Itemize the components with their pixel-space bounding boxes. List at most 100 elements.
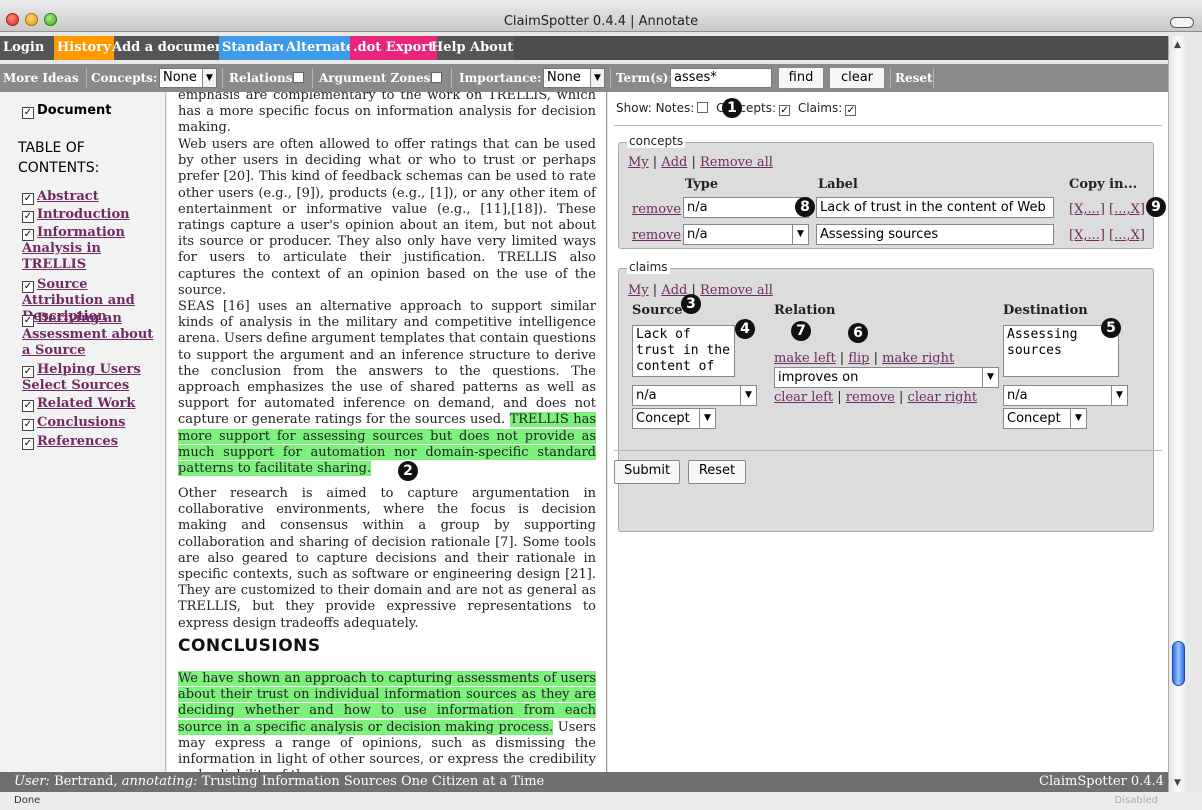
clear-right-link[interactable]: clear right [908, 390, 978, 405]
status-user-prefix: User: [14, 774, 50, 789]
concept-remove-link[interactable]: remove [632, 202, 681, 217]
concepts-checkbox[interactable]: ✓ [779, 105, 791, 116]
relation-select[interactable]: improves on ▼ [774, 367, 999, 388]
copy-left-link[interactable]: [X,...] [1069, 228, 1105, 243]
menu-history[interactable]: History [54, 36, 114, 60]
menu-help[interactable]: Help [428, 36, 469, 60]
toc-item-references[interactable]: ✓ References [22, 434, 118, 450]
concepts-legend: concepts [627, 134, 686, 148]
col-type: Type [685, 177, 719, 192]
menu-add-document[interactable]: Add a document [109, 36, 233, 60]
claims-my-link[interactable]: My [628, 283, 649, 298]
notes-checkbox[interactable] [697, 102, 709, 113]
terms-label: Term(s): [616, 71, 673, 85]
app-window: ClaimSpotter 0.4.4 | Annotate Login Hist… [0, 0, 1202, 810]
col-relation: Relation [774, 303, 836, 318]
title-bar: ClaimSpotter 0.4.4 | Annotate [0, 0, 1202, 32]
check-icon: ✓ [22, 107, 34, 119]
disabled-status: Disabled [1114, 795, 1158, 806]
concept-type-select[interactable]: n/a [683, 197, 809, 218]
chevron-down-icon: ▼ [699, 409, 715, 428]
concepts-remove-all-link[interactable]: Remove all [700, 155, 773, 170]
relations-checkbox[interactable] [290, 64, 304, 92]
relation-actions: make left | flip | make right [774, 351, 955, 366]
concepts-fieldset: concepts My | Add | Remove all Type Labe… [618, 134, 1154, 249]
menu-about[interactable]: About [467, 36, 516, 60]
more-ideas-button[interactable]: More Ideas [3, 64, 79, 92]
clear-left-link[interactable]: clear left [774, 390, 833, 405]
find-button[interactable]: find [778, 67, 824, 89]
make-right-link[interactable]: make right [882, 351, 954, 366]
toc-item-related-work[interactable]: ✓ Related Work [22, 396, 135, 412]
toc-title: TABLE OF CONTENTS: [18, 140, 100, 176]
chevron-down-icon: ▼ [202, 69, 216, 87]
concept-label-input[interactable]: Assessing sources [816, 224, 1054, 245]
concepts-filter-select[interactable]: None ▼ [159, 68, 217, 88]
copy-left-link[interactable]: [X,...] [1069, 202, 1105, 217]
concept-label-input[interactable]: Lack of trust in the content of Web [816, 197, 1054, 218]
col-source: Source [632, 303, 683, 318]
flip-link[interactable]: flip [848, 351, 869, 366]
concepts-my-link[interactable]: My [628, 155, 649, 170]
marker-3-icon: 3 [681, 294, 701, 314]
concept-remove-link[interactable]: remove [632, 228, 681, 243]
highlighted-claim[interactable]: We have shown an approach to capturing a… [178, 671, 596, 735]
clear-button[interactable]: clear [829, 67, 885, 89]
source-textarea[interactable]: Lack of trust in the content of [632, 325, 735, 377]
copy-right-link[interactable]: [...,X] [1109, 202, 1145, 217]
claims-actions: My | Add | Remove all [628, 283, 773, 298]
make-left-link[interactable]: make left [774, 351, 836, 366]
status-annotating: annotating: [121, 774, 198, 789]
importance-filter-label: Importance: [459, 71, 542, 85]
doc-paragraph: Web users are often allowed to offer rat… [178, 137, 596, 298]
toc-item-helping-users[interactable]: ✓ Helping Users Select Sources [22, 362, 162, 394]
argument-zones-checkbox[interactable] [428, 64, 442, 92]
chevron-down-icon: ▼ [740, 386, 756, 405]
toc-item-information-analysis[interactable]: ✓ Information Analysis in TRELLIS [22, 225, 162, 273]
source-type-select[interactable]: n/a ▼ [632, 385, 757, 406]
menu-standard[interactable]: Standard [219, 36, 292, 60]
toc-item-conclusions[interactable]: ✓ Conclusions [22, 415, 125, 431]
source-kind-select[interactable]: Concept ▼ [632, 408, 716, 429]
vertical-scrollbar[interactable]: ▲ ▼ [1168, 36, 1188, 792]
concepts-add-link[interactable]: Add [661, 155, 687, 170]
toolbar-toggle-button[interactable] [1170, 17, 1194, 28]
panel-reset-button[interactable]: Reset [688, 460, 746, 484]
terms-search-input[interactable]: asses* [670, 68, 772, 88]
copy-right-link[interactable]: [...,X] [1109, 228, 1145, 243]
scroll-up-icon[interactable]: ▲ [1174, 40, 1181, 50]
toc-item-abstract[interactable]: ✓ Abstract [22, 189, 99, 205]
claims-checkbox[interactable]: ✓ [845, 105, 857, 116]
toc-item-deriving-assessment[interactable]: ✓ Deriving an Assessment about a Source [22, 311, 162, 359]
marker-9-icon: 9 [1146, 197, 1166, 217]
scroll-thumb[interactable] [1172, 641, 1185, 686]
toc-item-introduction[interactable]: ✓ Introduction [22, 207, 130, 223]
concept-type-select[interactable]: n/a ▼ [683, 224, 809, 245]
relation-clear-actions: clear left | remove | clear right [774, 390, 978, 405]
scroll-down-icon[interactable]: ▼ [1174, 778, 1181, 788]
col-label: Label [818, 177, 858, 192]
marker-4-icon: 4 [735, 319, 755, 339]
doc-paragraph: emphasis are complementary to the work o… [178, 92, 596, 136]
doc-paragraph: Other research is aimed to capture argum… [178, 486, 596, 631]
document-toggle[interactable]: ✓ Document [22, 103, 112, 119]
concepts-filter-label: Concepts: [91, 71, 158, 85]
destination-kind-select[interactable]: Concept ▼ [1003, 408, 1087, 429]
load-status: Done [14, 795, 41, 806]
toolbar: More Ideas Concepts: None ▼ Relations: Ar… [0, 64, 1168, 92]
chevron-down-icon: ▼ [792, 225, 808, 244]
menu-dot-export[interactable]: .dot Export [350, 36, 438, 60]
sidebar: ✓ Document TABLE OF CONTENTS: ✓ Abstract ✓… [0, 92, 166, 772]
menu-alternate[interactable]: Alternate [283, 36, 358, 60]
col-copy-in: Copy in... [1069, 177, 1138, 192]
chevron-down-icon: ▼ [590, 69, 604, 87]
importance-filter-select[interactable]: None ▼ [543, 68, 605, 88]
claims-remove-all-link[interactable]: Remove all [700, 283, 773, 298]
menu-login[interactable]: Login [0, 36, 47, 60]
chevron-down-icon: ▼ [982, 368, 998, 387]
reset-button[interactable]: Reset [895, 64, 933, 92]
destination-type-select[interactable]: n/a ▼ [1003, 385, 1128, 406]
marker-5-icon: 5 [1101, 318, 1121, 338]
submit-button[interactable]: Submit [614, 460, 680, 484]
relation-remove-link[interactable]: remove [846, 390, 895, 405]
